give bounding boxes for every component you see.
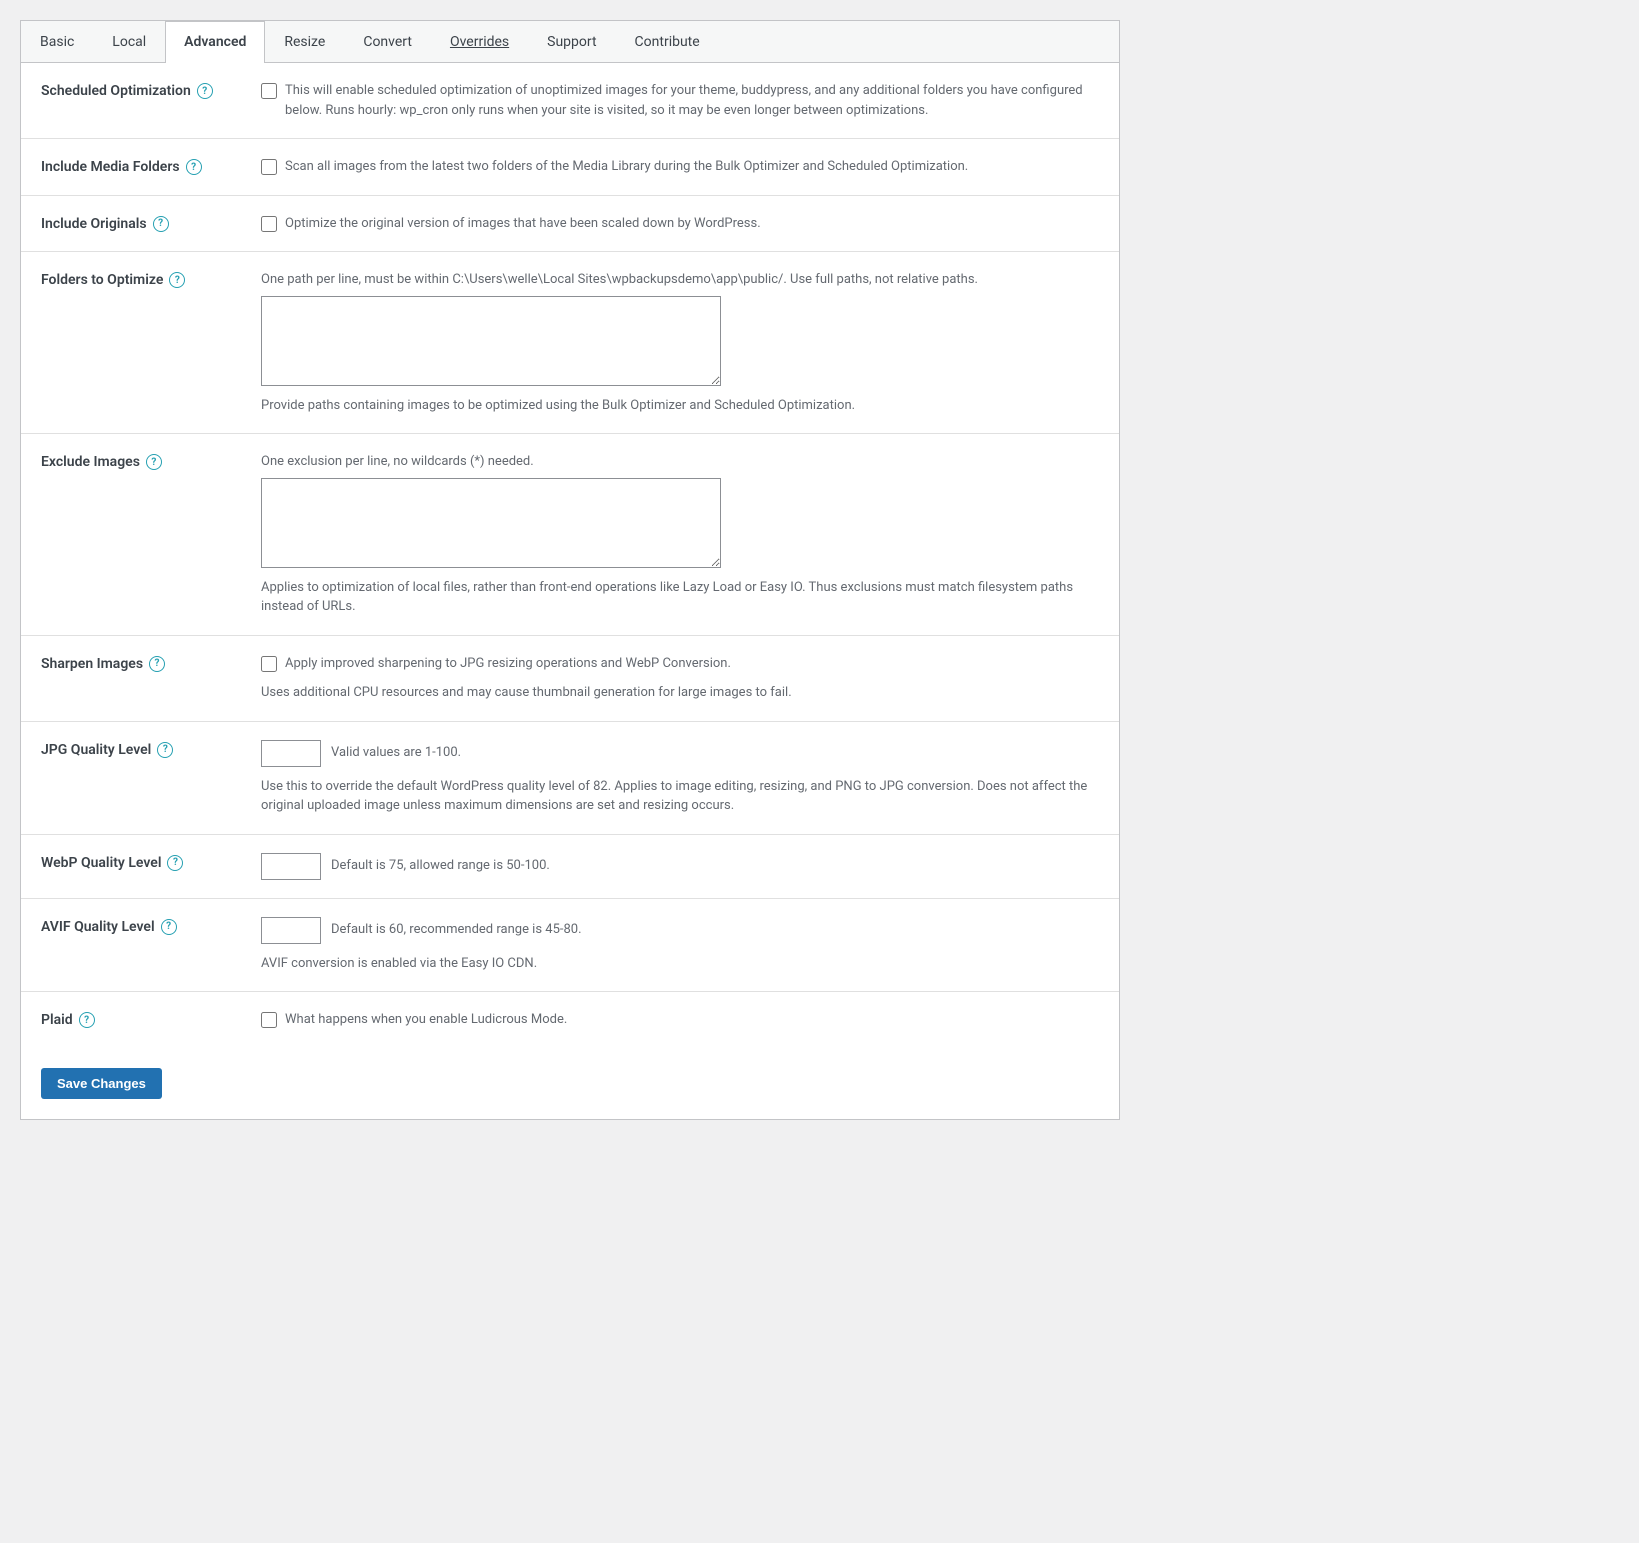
checkbox-row-sharpen-images: Apply improved sharpening to JPG resizin…: [261, 654, 1099, 674]
settings-content: Scheduled Optimization ? This will enabl…: [21, 63, 1119, 1048]
quality-row-avif: Default is 60, recommended range is 45-8…: [261, 917, 1099, 944]
label-plaid: Plaid ?: [41, 1010, 261, 1028]
checkbox-row-include-originals: Optimize the original version of images …: [261, 214, 1099, 234]
desc-include-media-folders: Scan all images from the latest two fold…: [285, 157, 968, 177]
control-webp-quality-level: Default is 75, allowed range is 50-100.: [261, 853, 1099, 880]
row-webp-quality-level: WebP Quality Level ? Default is 75, allo…: [21, 835, 1119, 899]
checkbox-sharpen-images[interactable]: [261, 656, 277, 672]
label-avif-quality-level: AVIF Quality Level ?: [41, 917, 261, 935]
sub-desc-sharpen-images: Uses additional CPU resources and may ca…: [261, 683, 1099, 703]
row-scheduled-optimization: Scheduled Optimization ? This will enabl…: [21, 63, 1119, 139]
tab-convert[interactable]: Convert: [344, 21, 431, 63]
control-avif-quality-level: Default is 60, recommended range is 45-8…: [261, 917, 1099, 974]
textarea-folders-to-optimize[interactable]: [261, 296, 721, 386]
sub-desc-exclude-images: Applies to optimization of local files, …: [261, 578, 1099, 617]
checkbox-include-media-folders[interactable]: [261, 159, 277, 175]
help-icon-plaid[interactable]: ?: [79, 1012, 95, 1028]
tab-overrides[interactable]: Overrides: [431, 21, 528, 63]
checkbox-scheduled-optimization[interactable]: [261, 83, 277, 99]
desc-plaid: What happens when you enable Ludicrous M…: [285, 1010, 567, 1030]
control-jpg-quality-level: Valid values are 1-100. Use this to over…: [261, 740, 1099, 816]
control-include-media-folders: Scan all images from the latest two fold…: [261, 157, 1099, 177]
label-scheduled-optimization: Scheduled Optimization ?: [41, 81, 261, 99]
tab-local[interactable]: Local: [93, 21, 165, 63]
hint-exclude-images: One exclusion per line, no wildcards (*)…: [261, 452, 1099, 472]
checkbox-row-include-media-folders: Scan all images from the latest two fold…: [261, 157, 1099, 177]
control-exclude-images: One exclusion per line, no wildcards (*)…: [261, 452, 1099, 617]
input-avif-quality-level[interactable]: [261, 917, 321, 944]
control-scheduled-optimization: This will enable scheduled optimization …: [261, 81, 1099, 120]
checkbox-include-originals[interactable]: [261, 216, 277, 232]
label-include-media-folders: Include Media Folders ?: [41, 157, 261, 175]
row-jpg-quality-level: JPG Quality Level ? Valid values are 1-1…: [21, 722, 1119, 835]
desc-include-originals: Optimize the original version of images …: [285, 214, 761, 234]
help-icon-scheduled-optimization[interactable]: ?: [197, 83, 213, 99]
row-sharpen-images: Sharpen Images ? Apply improved sharpeni…: [21, 636, 1119, 722]
help-icon-include-media-folders[interactable]: ?: [186, 159, 202, 175]
help-icon-avif-quality-level[interactable]: ?: [161, 919, 177, 935]
help-icon-folders-to-optimize[interactable]: ?: [169, 272, 185, 288]
hint-jpg-quality-level: Valid values are 1-100.: [331, 743, 461, 763]
row-include-originals: Include Originals ? Optimize the origina…: [21, 196, 1119, 253]
control-sharpen-images: Apply improved sharpening to JPG resizin…: [261, 654, 1099, 703]
label-jpg-quality-level: JPG Quality Level ?: [41, 740, 261, 758]
save-section: Save Changes: [21, 1048, 1119, 1119]
sub-desc-jpg-quality-level: Use this to override the default WordPre…: [261, 777, 1099, 816]
save-changes-button[interactable]: Save Changes: [41, 1068, 162, 1099]
tabs-bar: Basic Local Advanced Resize Convert Over…: [21, 21, 1119, 63]
textarea-exclude-images[interactable]: [261, 478, 721, 568]
help-icon-sharpen-images[interactable]: ?: [149, 656, 165, 672]
input-webp-quality-level[interactable]: [261, 853, 321, 880]
control-plaid: What happens when you enable Ludicrous M…: [261, 1010, 1099, 1030]
desc-sharpen-images: Apply improved sharpening to JPG resizin…: [285, 654, 731, 674]
tab-support[interactable]: Support: [528, 21, 615, 63]
sub-desc-avif-quality-level: AVIF conversion is enabled via the Easy …: [261, 954, 1099, 974]
help-icon-jpg-quality-level[interactable]: ?: [157, 742, 173, 758]
desc-scheduled-optimization: This will enable scheduled optimization …: [285, 81, 1099, 120]
quality-row-webp: Default is 75, allowed range is 50-100.: [261, 853, 1099, 880]
control-folders-to-optimize: One path per line, must be within C:\Use…: [261, 270, 1099, 415]
row-plaid: Plaid ? What happens when you enable Lud…: [21, 992, 1119, 1048]
control-include-originals: Optimize the original version of images …: [261, 214, 1099, 234]
label-exclude-images: Exclude Images ?: [41, 452, 261, 470]
label-sharpen-images: Sharpen Images ?: [41, 654, 261, 672]
label-webp-quality-level: WebP Quality Level ?: [41, 853, 261, 871]
label-include-originals: Include Originals ?: [41, 214, 261, 232]
checkbox-row-scheduled-optimization: This will enable scheduled optimization …: [261, 81, 1099, 120]
tab-basic[interactable]: Basic: [21, 21, 93, 63]
row-exclude-images: Exclude Images ? One exclusion per line,…: [21, 434, 1119, 636]
hint-avif-quality-level: Default is 60, recommended range is 45-8…: [331, 920, 582, 940]
tab-resize[interactable]: Resize: [265, 21, 344, 63]
help-icon-include-originals[interactable]: ?: [153, 216, 169, 232]
row-folders-to-optimize: Folders to Optimize ? One path per line,…: [21, 252, 1119, 434]
hint-webp-quality-level: Default is 75, allowed range is 50-100.: [331, 856, 550, 876]
row-avif-quality-level: AVIF Quality Level ? Default is 60, reco…: [21, 899, 1119, 993]
tab-advanced[interactable]: Advanced: [165, 21, 265, 63]
help-icon-exclude-images[interactable]: ?: [146, 454, 162, 470]
checkbox-row-plaid: What happens when you enable Ludicrous M…: [261, 1010, 1099, 1030]
settings-container: Basic Local Advanced Resize Convert Over…: [20, 20, 1120, 1120]
row-include-media-folders: Include Media Folders ? Scan all images …: [21, 139, 1119, 196]
label-folders-to-optimize: Folders to Optimize ?: [41, 270, 261, 288]
checkbox-plaid[interactable]: [261, 1012, 277, 1028]
help-icon-webp-quality-level[interactable]: ?: [167, 855, 183, 871]
quality-row-jpg: Valid values are 1-100.: [261, 740, 1099, 767]
tab-contribute[interactable]: Contribute: [616, 21, 719, 63]
path-hint-folders-to-optimize: One path per line, must be within C:\Use…: [261, 270, 1099, 290]
sub-desc-folders-to-optimize: Provide paths containing images to be op…: [261, 396, 1099, 416]
input-jpg-quality-level[interactable]: [261, 740, 321, 767]
